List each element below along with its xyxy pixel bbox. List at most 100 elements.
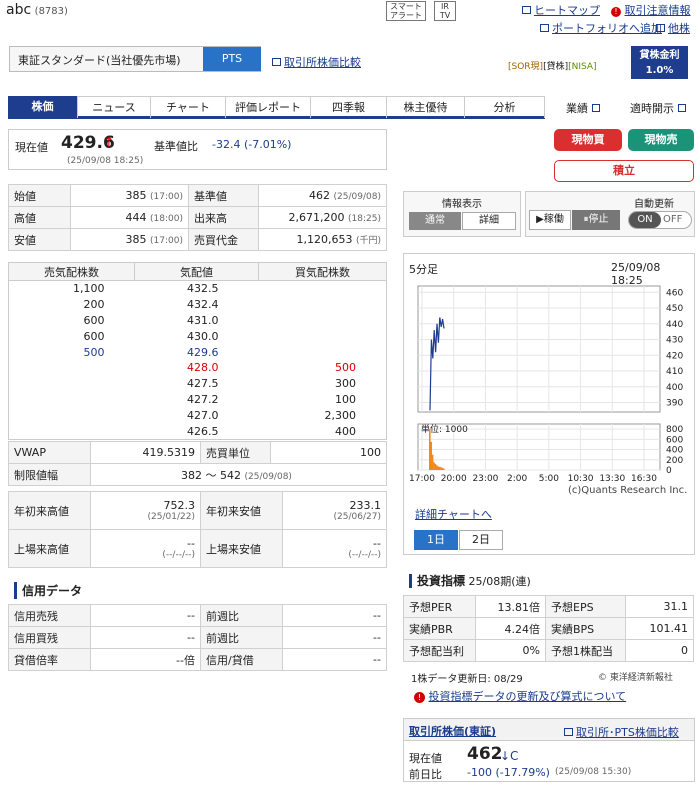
current-price-box: 現在値 429.6 ↑ (25/09/08 18:25) 基準値比 -32.4 … — [8, 129, 387, 170]
buy-qty-cell — [259, 344, 387, 360]
x-tick-label: 20:00 — [441, 474, 467, 484]
table-row: 年初来高値 752.3 (25/01/22) 年初来安値 233.1 (25/06/… — [8, 491, 387, 530]
exchange-price-title[interactable]: 取引所株価(東証) — [409, 723, 496, 739]
buy-button[interactable]: 現物買 — [554, 129, 622, 151]
tab-chart[interactable]: チャート — [151, 96, 226, 118]
exchange-pts-compare-link[interactable]: 取引所･PTS株価比較 — [564, 724, 679, 740]
chart-2day-button[interactable]: 2日 — [459, 530, 503, 550]
volume-bar — [438, 466, 441, 470]
volume-bar — [441, 467, 444, 470]
vol-tick-label: 600 — [666, 435, 683, 445]
table-row: 上場来高値 -- (--/--/--) 上場来安値 -- (--/--/--) — [8, 529, 387, 568]
heatmap-link[interactable]: ヒートマップ — [522, 2, 600, 18]
volume-bar — [433, 462, 435, 470]
detail-chart-link[interactable]: 詳細チャートへ — [415, 506, 492, 522]
external-link-icon — [677, 104, 686, 112]
auto-update-panel: 自動更新 ▶稼働 ⏸停止 ON OFF — [525, 191, 695, 237]
portfolio-link[interactable]: ポートフォリオへ追加 — [540, 20, 662, 36]
x-tick-label: 13:30 — [599, 474, 625, 484]
y-tick-label: 460 — [666, 288, 683, 298]
sor-tag: [SOR現] — [508, 62, 544, 72]
vol-tick-label: 800 — [666, 425, 683, 435]
tab-analysis[interactable]: 分析 — [465, 96, 545, 118]
table-row: 実績PBR 4.24倍 実績BPS 101.41 — [403, 617, 694, 640]
tab-shikiho[interactable]: 四季報 — [311, 96, 387, 118]
indicators-period: 25/08期(連) — [468, 575, 531, 588]
current-price-label: 現在値 — [15, 141, 48, 154]
change-label: 基準値比 — [154, 140, 198, 153]
exchange-change-time: (25/09/08 15:30) — [555, 767, 632, 777]
caution-icon: ! — [414, 692, 425, 703]
sell-qty-header: 売気配株数 — [8, 262, 135, 281]
sell-button[interactable]: 現物売 — [628, 129, 694, 151]
quote-cell: 432.4 — [187, 297, 219, 311]
indicator-value: 101.41 — [625, 617, 694, 640]
list-high-value: -- (--/--/--) — [90, 529, 201, 568]
volume-bar — [430, 441, 432, 470]
stop-button[interactable]: ⏸停止 — [572, 210, 620, 230]
quote-cell: 432.5 — [187, 282, 219, 296]
tab-news[interactable]: ニュース — [78, 96, 151, 118]
x-tick-label: 23:00 — [472, 474, 498, 484]
x-tick-label: 2:00 — [507, 474, 527, 484]
run-button[interactable]: ▶稼働 — [529, 210, 571, 230]
disclosure-link[interactable]: 適時開示 — [630, 100, 686, 116]
margin-value: -- — [90, 604, 201, 627]
table-row: 428.0 500 — [9, 360, 387, 376]
stat-label: 安値 — [8, 228, 71, 251]
table-row: 信用買残 -- 前週比 -- — [8, 626, 387, 649]
buy-qty-cell: 2,300 — [324, 409, 357, 423]
vol-tick-label: 200 — [666, 456, 683, 466]
volume-bar — [434, 463, 437, 470]
margin-value: -- — [282, 648, 387, 671]
down-arrow-icon: ↓C — [500, 749, 519, 763]
volume-bar — [443, 468, 445, 470]
exchange-compare-link[interactable]: 取引所株価比較 — [272, 54, 361, 70]
detail-display-button[interactable]: 詳細 — [462, 212, 516, 230]
margin-section-title: 信用データ — [14, 582, 82, 599]
window-icon — [272, 58, 281, 66]
margin-value: -- — [282, 604, 387, 627]
unit-value: 100 — [270, 441, 387, 464]
quote-cell: 427.2 — [187, 393, 219, 407]
ytd-low-value: 233.1 (25/06/27) — [282, 491, 387, 530]
tab-shareholder-benefits[interactable]: 株主優待 — [387, 96, 465, 118]
indicator-value: 0% — [475, 639, 546, 662]
y-tick-label: 390 — [666, 399, 683, 409]
tab-stock-price[interactable]: 株価 — [8, 96, 78, 118]
external-link-icon — [591, 104, 600, 112]
buy-qty-header: 買気配株数 — [258, 262, 387, 281]
buy-qty-cell — [259, 328, 387, 344]
window-icon — [656, 24, 665, 32]
caution-link[interactable]: ! 取引注意情報 — [611, 2, 691, 18]
list-low-value: -- (--/--/--) — [282, 529, 387, 568]
vwap-value: 419.5319 — [90, 441, 201, 464]
chart-1day-button[interactable]: 1日 — [414, 530, 458, 550]
stat-value: 2,671,200 (18:25) — [258, 206, 387, 229]
indicator-notice-link[interactable]: ! 投資指標データの更新及び算式について — [414, 688, 626, 704]
tab-rating-report[interactable]: 評価レポート — [226, 96, 311, 118]
earnings-link[interactable]: 業績 — [566, 100, 600, 116]
reserve-button[interactable]: 積立 — [554, 160, 694, 182]
other-stocks-link[interactable]: 他株 — [656, 20, 690, 36]
table-row: 予想PER 13.81倍 予想EPS 31.1 — [403, 595, 694, 618]
indicator-label: 予想EPS — [545, 595, 626, 618]
indicator-source: © 東洋経済新報社 — [598, 673, 673, 683]
normal-display-button[interactable]: 通常 — [409, 212, 461, 230]
irtv-icon[interactable]: IR TV — [434, 1, 456, 21]
stat-label: 出来高 — [188, 206, 259, 229]
y-tick-label: 410 — [666, 367, 683, 377]
sell-qty-cell: 600 — [83, 313, 105, 327]
tse-market-tab[interactable]: 東証スタンダード(当社優先市場) — [18, 52, 181, 68]
smart-alert-icon[interactable]: スマート アラート — [386, 1, 426, 21]
auto-update-toggle[interactable]: ON OFF — [628, 211, 692, 229]
table-row: 始値 385 (17:00) 基準値 462 (25/09/08) — [8, 184, 387, 207]
margin-value: --倍 — [90, 648, 201, 671]
unit-label: 売買単位 — [200, 441, 271, 464]
buy-qty-cell: 500 — [335, 361, 356, 375]
pts-market-tab[interactable]: PTS — [203, 47, 261, 71]
stock-name: abc — [6, 2, 32, 18]
sell-qty-cell — [9, 376, 135, 392]
limit-value: 382 〜 542 (25/09/08) — [90, 463, 387, 486]
exchange-current-label: 現在値 — [409, 752, 442, 765]
